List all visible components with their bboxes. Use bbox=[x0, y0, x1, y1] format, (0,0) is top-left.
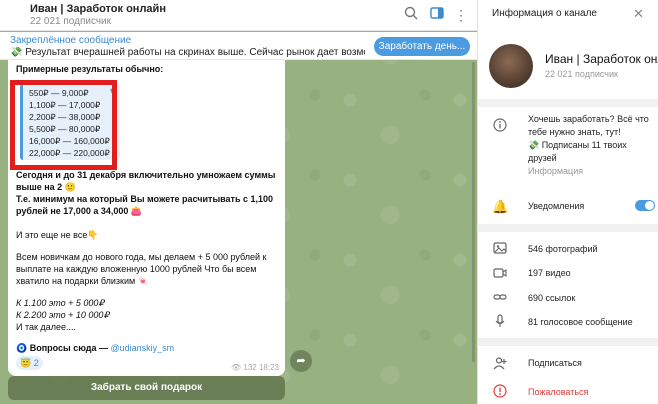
message-text: рублей не 17,000 а 34,000 👛 bbox=[16, 206, 143, 216]
more-icon[interactable]: ⋮ bbox=[452, 6, 470, 24]
links-link[interactable]: 690 ссылок bbox=[528, 293, 575, 303]
description-label: Информация bbox=[528, 166, 584, 176]
photo-icon bbox=[492, 241, 508, 258]
message-text: Сегодня и до 31 декабря включительно умн… bbox=[16, 170, 276, 180]
pinned-title: Закреплённое сообщение bbox=[10, 35, 132, 46]
message-heading: Примерные результаты обычно: bbox=[16, 64, 164, 74]
share-icon[interactable]: ➦ bbox=[290, 350, 312, 372]
message-meta: 👁 132 18:23 bbox=[231, 363, 279, 372]
divider bbox=[478, 99, 658, 107]
divider bbox=[478, 224, 658, 232]
chat-subtitle: 22 021 подписчик bbox=[30, 16, 112, 27]
message-text: И так далее.... bbox=[16, 322, 76, 332]
channel-description: Хочешь заработать? Всё что тебе нужно зн… bbox=[528, 113, 653, 165]
channel-name: Иван | Заработок онлайн bbox=[545, 52, 658, 66]
avatar[interactable] bbox=[489, 44, 533, 88]
red-highlight-box bbox=[10, 80, 117, 170]
message-text: выше на 2 🙂 bbox=[16, 182, 76, 192]
chat-header[interactable]: Иван | Заработок онлайн 22 021 подписчик… bbox=[0, 0, 477, 31]
videos-link[interactable]: 197 видео bbox=[528, 268, 571, 278]
message-text: И это еще не все👇 bbox=[16, 230, 99, 240]
video-icon bbox=[492, 266, 508, 283]
pinned-text: 💸 Результат вчерашней работы на скринах … bbox=[10, 47, 365, 58]
add-user-icon bbox=[492, 356, 508, 373]
info-icon bbox=[492, 118, 508, 135]
voice-link[interactable]: 81 голосовое сообщение bbox=[528, 317, 633, 327]
bell-icon: 🔔 bbox=[492, 199, 509, 214]
message-text: К 1.100 это + 5 000₽ bbox=[16, 298, 105, 308]
reaction-badge[interactable]: 😇 2 bbox=[16, 356, 43, 370]
message-text: хватило на подарки близким 🍬 bbox=[16, 276, 149, 286]
message-text: выплате на каждую вложенную 1000 рублей … bbox=[16, 264, 257, 274]
divider bbox=[478, 338, 658, 346]
description-line: тебе нужно знать, тут! bbox=[528, 127, 621, 137]
message-text: Т.е. минимум на который Вы можете расчит… bbox=[16, 194, 274, 204]
subscribe-button[interactable]: Подписаться bbox=[528, 358, 582, 368]
info-pane: Информация о канале ✕ Иван | Заработок о… bbox=[477, 0, 658, 404]
report-button[interactable]: Пожаловаться bbox=[528, 387, 588, 397]
info-title: Информация о канале bbox=[492, 8, 597, 19]
close-icon[interactable]: ✕ bbox=[633, 6, 644, 22]
photos-link[interactable]: 546 фотографий bbox=[528, 244, 598, 254]
notifications-toggle[interactable] bbox=[635, 200, 655, 211]
questions-prefix: 🧿 Вопросы сюда — bbox=[16, 343, 111, 353]
questions-link[interactable]: @udianskiy_sm bbox=[111, 343, 175, 353]
earn-button[interactable]: Заработать день... bbox=[374, 37, 470, 56]
link-icon bbox=[492, 290, 508, 307]
message-text: К 2.200 это + 10 000₽ bbox=[16, 310, 110, 320]
report-icon bbox=[492, 384, 508, 401]
notifications-label: Уведомления bbox=[528, 201, 585, 211]
scrollbar[interactable] bbox=[472, 62, 475, 362]
chat-pane: Иван | Заработок онлайн 22 021 подписчик… bbox=[0, 0, 477, 404]
channel-subscribers: 22 021 подписчик bbox=[545, 69, 618, 79]
description-line: Хочешь заработать? Всё что bbox=[528, 114, 649, 124]
questions-line: 🧿 Вопросы сюда — @udianskiy_sm bbox=[16, 343, 174, 354]
message-text: Всем новичкам до нового года, мы делаем … bbox=[16, 252, 267, 262]
search-icon[interactable] bbox=[402, 6, 420, 24]
sidebar-toggle-icon[interactable] bbox=[428, 6, 446, 24]
description-line: друзей bbox=[528, 153, 557, 163]
chat-title[interactable]: Иван | Заработок онлайн bbox=[30, 3, 166, 15]
microphone-icon bbox=[492, 314, 508, 331]
description-line: 💸 Подписаны 11 твоих bbox=[528, 140, 627, 150]
pinned-message[interactable]: Закреплённое сообщение 💸 Результат вчера… bbox=[0, 32, 477, 60]
gift-button[interactable]: Забрать свой подарок bbox=[8, 376, 285, 400]
